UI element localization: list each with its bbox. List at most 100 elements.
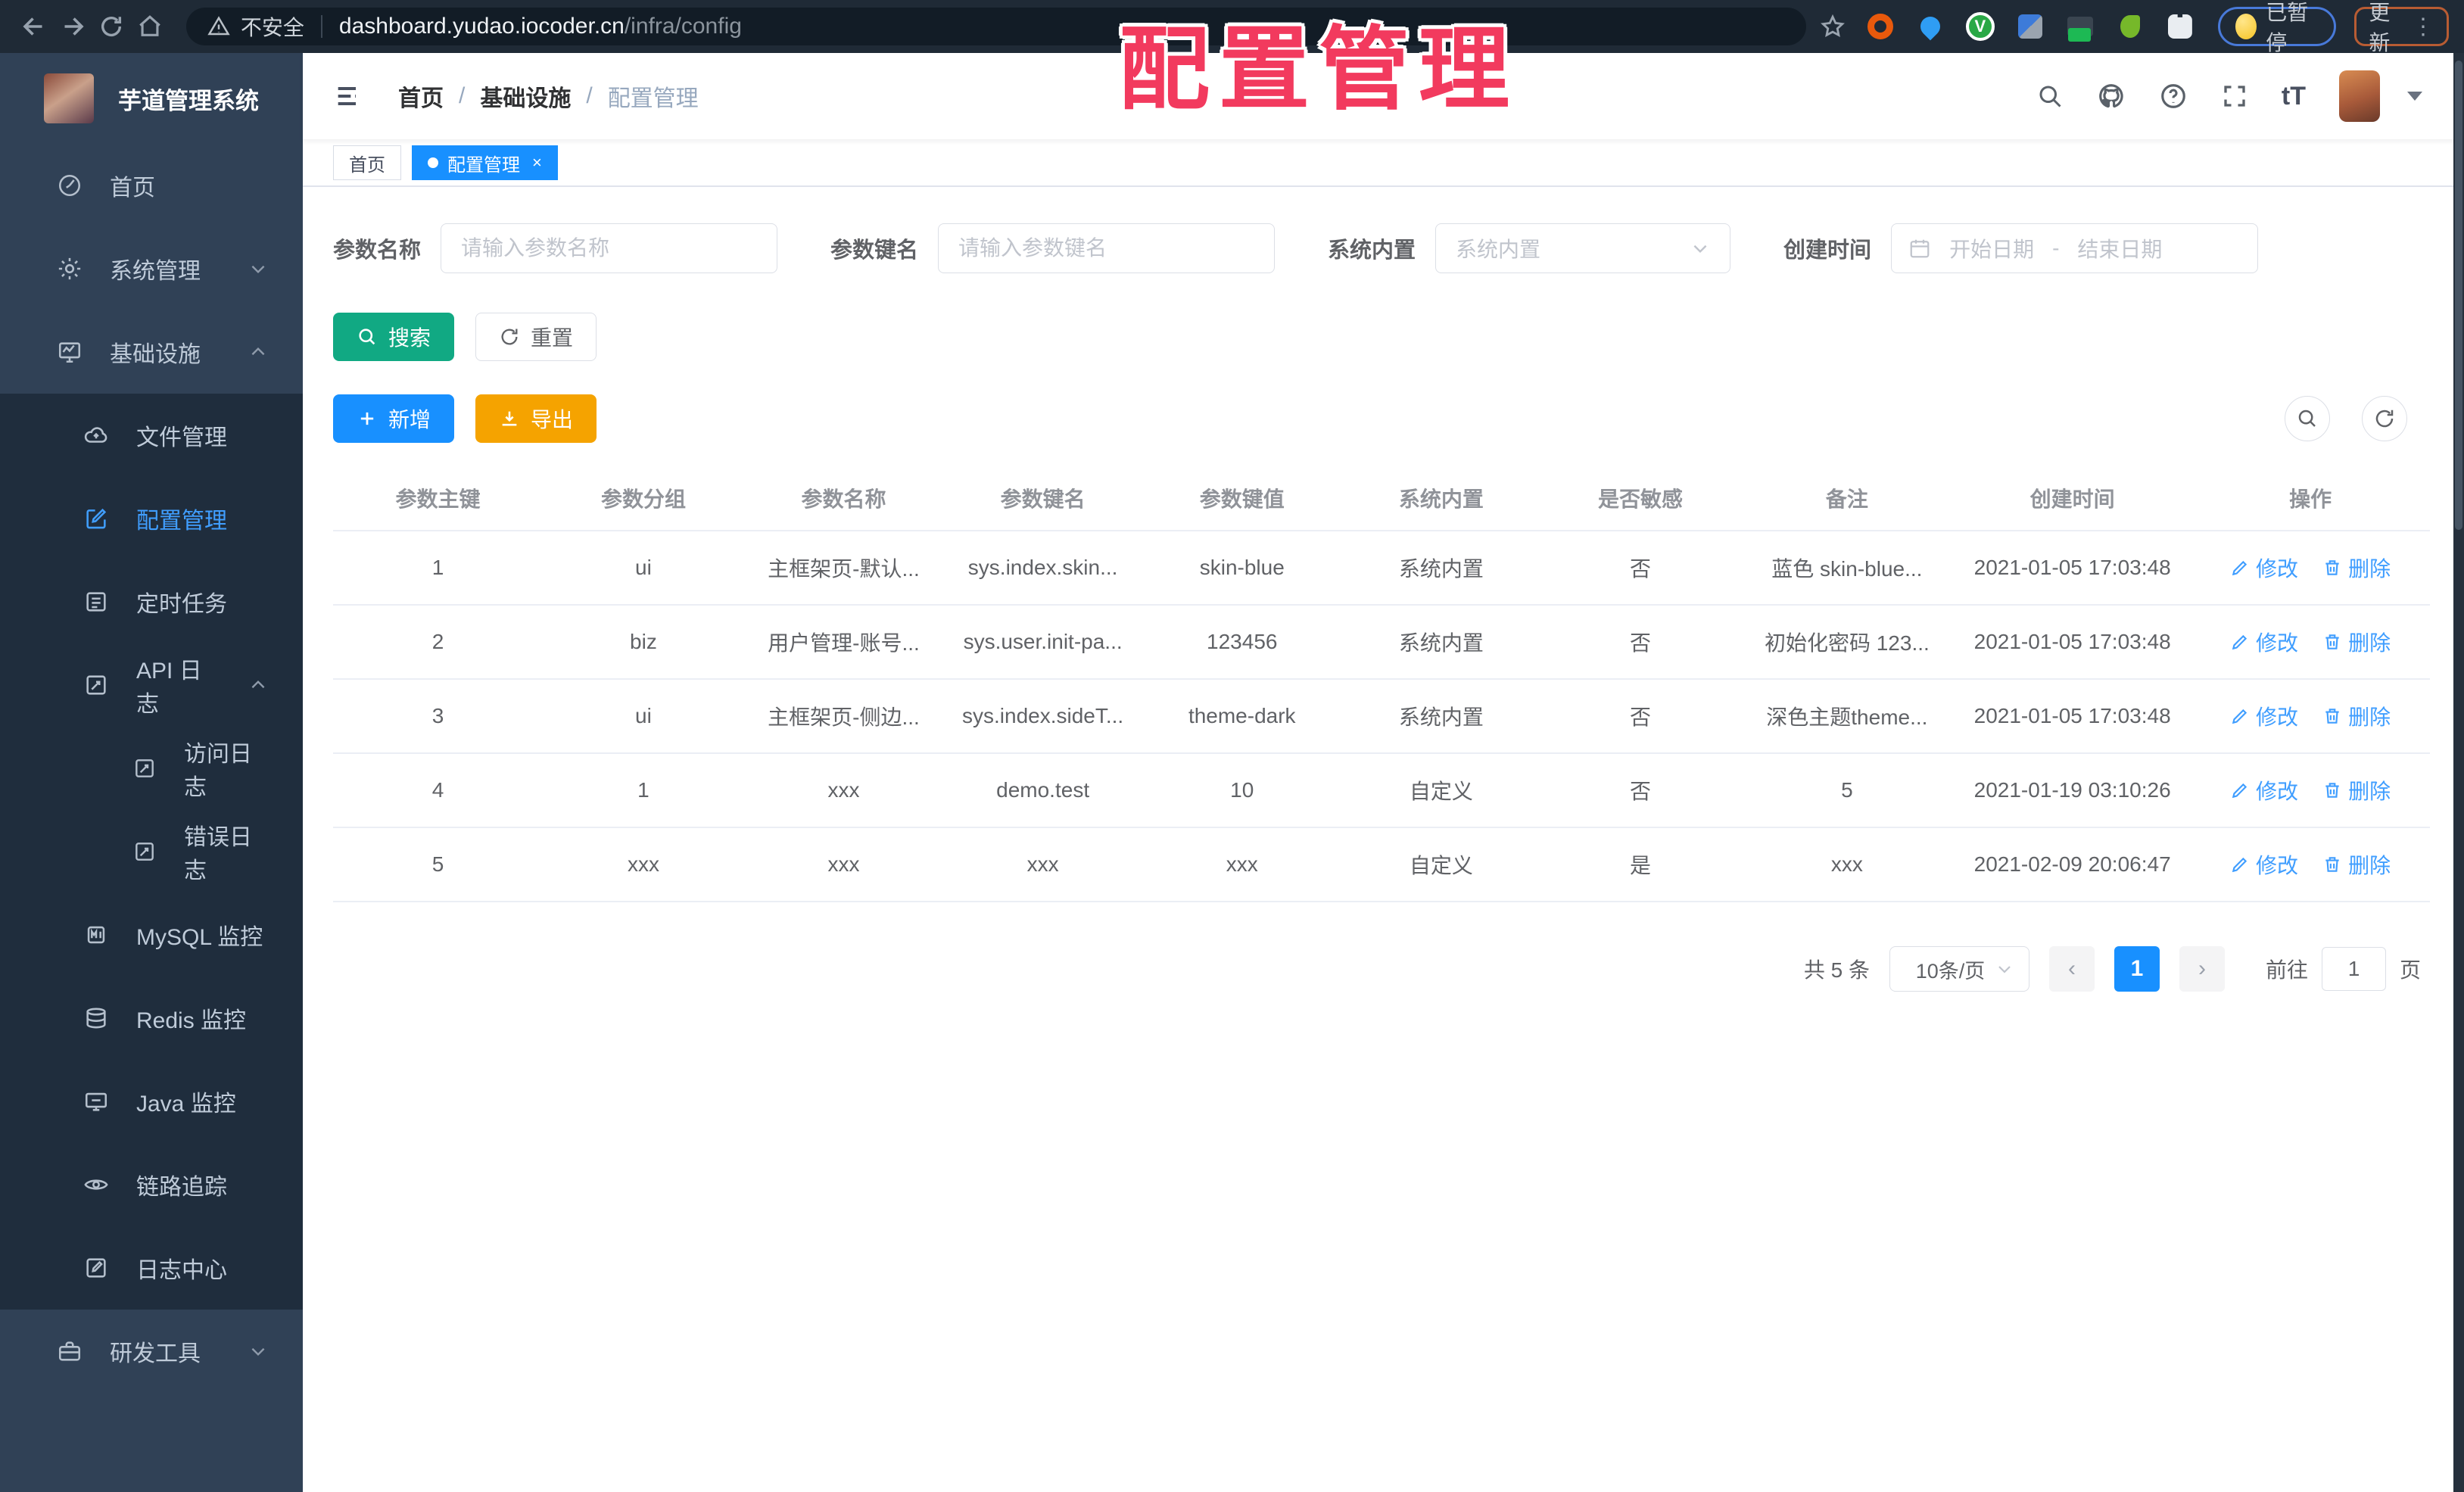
- edit-link[interactable]: 修改: [2230, 849, 2298, 880]
- builtin-select[interactable]: 系统内置: [1435, 223, 1731, 273]
- breadcrumb-infra[interactable]: 基础设施: [480, 79, 571, 113]
- refresh-button[interactable]: [2362, 396, 2407, 441]
- chevron-down-icon: [1995, 960, 2014, 978]
- sidebar-item-scheduled-jobs[interactable]: 定时任务: [0, 560, 303, 643]
- sidebar-item-system[interactable]: 系统管理: [0, 227, 303, 310]
- profile-paused-badge[interactable]: 已暂停: [2217, 1, 2337, 55]
- edit-link[interactable]: 修改: [2230, 775, 2298, 805]
- sidebar-item-mysql-monitor[interactable]: MySQL 监控: [0, 893, 303, 976]
- extension-pin-icon[interactable]: [1915, 11, 1945, 42]
- param-key-input[interactable]: [938, 223, 1276, 273]
- infra-submenu: 文件管理 配置管理 定时任务 API 日志 访问日志 错误日志 MySQL 监控…: [0, 394, 303, 1310]
- edit-link[interactable]: 修改: [2230, 627, 2298, 657]
- update-label: 更新: [2369, 1, 2391, 55]
- back-icon[interactable]: [15, 5, 54, 48]
- toggle-search-button[interactable]: [2285, 396, 2330, 441]
- user-avatar[interactable]: [2339, 70, 2380, 122]
- extension-green-check-icon[interactable]: V: [1965, 11, 1995, 42]
- sidebar-item-api-log[interactable]: API 日志: [0, 643, 303, 727]
- address-bar[interactable]: 不安全 dashboard.yudao.iocoder.cn /infra/co…: [185, 8, 1806, 45]
- prev-page-button[interactable]: ‹: [2048, 946, 2095, 992]
- table-cell: 2021-01-05 17:03:48: [1954, 531, 2191, 606]
- column-header: 是否敏感: [1540, 466, 1740, 531]
- sidebar-item-tracing[interactable]: 链路追踪: [0, 1143, 303, 1226]
- url-divider: [320, 15, 322, 38]
- delete-link[interactable]: 删除: [2322, 701, 2391, 731]
- breadcrumb-home[interactable]: 首页: [398, 79, 444, 113]
- end-date-placeholder: 结束日期: [2077, 238, 2163, 261]
- table-cell: sys.user.init-pa...: [943, 605, 1143, 680]
- sidebar-item-file-manage[interactable]: 文件管理: [0, 394, 303, 477]
- param-name-input[interactable]: [441, 223, 778, 273]
- tag-config-active[interactable]: 配置管理 ×: [412, 145, 558, 180]
- sidebar-item-log-center[interactable]: 日志中心: [0, 1226, 303, 1310]
- app-title: 芋道管理系统: [118, 87, 259, 114]
- delete-link[interactable]: 删除: [2322, 553, 2391, 583]
- page-size-select[interactable]: 10条/页: [1889, 946, 2029, 992]
- paused-label: 已暂停: [2266, 1, 2309, 55]
- help-icon[interactable]: [2159, 82, 2188, 111]
- column-header: 参数主键: [333, 466, 543, 531]
- pagination: 共 5 条 10条/页 ‹ 1 › 前往 页: [333, 946, 2430, 992]
- briefcase-icon: [57, 1338, 83, 1364]
- kebab-menu-icon[interactable]: ⋮: [2412, 14, 2434, 40]
- edit-link[interactable]: 修改: [2230, 701, 2298, 731]
- fullscreen-icon[interactable]: [2221, 83, 2248, 110]
- sidebar-item-redis-monitor[interactable]: Redis 监控: [0, 976, 303, 1060]
- table-header-row: 参数主键 参数分组 参数名称 参数键名 参数键值 系统内置 是否敏感 备注 创建时间 操作: [333, 466, 2430, 531]
- delete-link[interactable]: 删除: [2322, 849, 2391, 880]
- table-cell: 2021-01-05 17:03:48: [1954, 679, 2191, 754]
- browser-update-button[interactable]: 更新 ⋮: [2354, 1, 2449, 55]
- edit-link[interactable]: 修改: [2230, 553, 2298, 583]
- bookmark-star-icon[interactable]: [1820, 14, 1846, 39]
- table-cell: 2021-02-09 20:06:47: [1954, 827, 2191, 902]
- next-page-button[interactable]: ›: [2179, 946, 2225, 992]
- table-cell: xxx: [743, 827, 944, 902]
- avatar-caret-icon[interactable]: [2407, 92, 2422, 101]
- breadcrumb: 首页 / 基础设施 / 配置管理: [398, 79, 699, 113]
- delete-link[interactable]: 删除: [2322, 627, 2391, 657]
- sidebar-item-access-log[interactable]: 访问日志: [0, 727, 303, 810]
- page-scrollbar[interactable]: [2453, 53, 2464, 1492]
- reload-icon[interactable]: [92, 5, 131, 48]
- breadcrumb-current: 配置管理: [607, 86, 699, 111]
- sidebar-item-java-monitor[interactable]: Java 监控: [0, 1060, 303, 1143]
- column-header: 系统内置: [1341, 466, 1541, 531]
- app-logo-row[interactable]: 芋道管理系统: [0, 53, 303, 144]
- tag-home[interactable]: 首页: [333, 145, 401, 180]
- hamburger-icon[interactable]: [333, 81, 363, 111]
- sidebar-item-infra[interactable]: 基础设施: [0, 310, 303, 394]
- sidebar-item-error-log[interactable]: 错误日志: [0, 810, 303, 893]
- github-icon[interactable]: [2097, 82, 2126, 111]
- config-table: 参数主键 参数分组 参数名称 参数键名 参数键值 系统内置 是否敏感 备注 创建时间 操作 1 ui…: [333, 466, 2430, 902]
- chevron-up-icon: [248, 342, 268, 362]
- goto-page-input[interactable]: [2321, 947, 2386, 991]
- current-page-button[interactable]: 1: [2114, 946, 2160, 992]
- home-icon[interactable]: [131, 5, 170, 48]
- extension-on-switch-icon[interactable]: [2065, 11, 2095, 42]
- table-cell: 主框架页-侧边...: [743, 679, 944, 754]
- extension-blue-icon[interactable]: [2015, 11, 2045, 42]
- font-size-icon[interactable]: tT: [2282, 82, 2306, 111]
- extension-orange-icon[interactable]: [1865, 11, 1896, 42]
- delete-link[interactable]: 删除: [2322, 775, 2391, 805]
- sidebar-item-home[interactable]: 首页: [0, 144, 303, 227]
- export-button[interactable]: 导出: [475, 394, 597, 443]
- scrollbar-thumb[interactable]: [2455, 61, 2462, 530]
- sidebar-item-dev-tools[interactable]: 研发工具: [0, 1310, 303, 1393]
- reset-button[interactable]: 重置: [475, 313, 597, 361]
- forward-icon[interactable]: [54, 5, 92, 48]
- column-header: 操作: [2191, 466, 2430, 531]
- table-cell: theme-dark: [1142, 679, 1342, 754]
- extension-sprout-icon[interactable]: [2115, 11, 2145, 42]
- table-cell: 系统内置: [1341, 531, 1541, 606]
- table-cell: 1: [543, 753, 744, 828]
- extensions-puzzle-icon[interactable]: [2165, 11, 2195, 42]
- search-icon[interactable]: [2036, 83, 2064, 110]
- sidebar-item-config-manage[interactable]: 配置管理: [0, 477, 303, 560]
- close-icon[interactable]: ×: [532, 153, 542, 173]
- add-button[interactable]: 新增: [333, 394, 455, 443]
- date-range-picker[interactable]: 开始日期 - 结束日期: [1891, 223, 2259, 273]
- search-button[interactable]: 搜索: [333, 313, 455, 361]
- tags-view: 首页 配置管理 ×: [303, 140, 2464, 187]
